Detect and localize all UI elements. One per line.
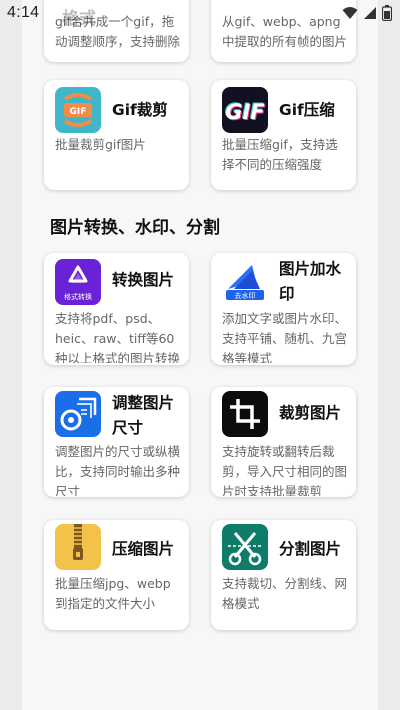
card-title: 压缩图片 xyxy=(112,540,175,558)
feature-card-gif-compress[interactable]: GIF GIF GIF Gif压缩 批量压缩gif，支持选择不同的压缩强度 xyxy=(211,80,356,190)
icon-caption: 格式转换 xyxy=(64,292,92,301)
feature-card-convert[interactable]: 格式转换 转换图片 支持将pdf、psd、heic、raw、tiff等60种以上… xyxy=(44,253,189,365)
card-description: 添加文字或图片水印、支持平铺、随机、九宫格等模式 xyxy=(222,311,348,363)
card-description: 支持旋转或翻转后裁剪，导入尺寸相同的图片时支持批量裁剪 xyxy=(222,444,348,496)
status-time: 4:14 xyxy=(7,4,40,21)
svg-text:GIF: GIF xyxy=(70,107,87,117)
card-title: 调整图片尺寸 xyxy=(112,394,175,437)
card-title: 裁剪图片 xyxy=(279,404,342,422)
gif-crop-icon: GIF xyxy=(55,87,101,133)
feature-card-gif-crop[interactable]: GIF Gif裁剪 批量裁剪gif图片 xyxy=(44,80,189,190)
svg-text:GIF: GIF xyxy=(225,100,265,124)
feature-card-split[interactable]: 分割图片 支持裁切、分割线、网格模式 xyxy=(211,520,356,630)
resize-icon xyxy=(55,391,101,437)
status-bar: 4:14 xyxy=(0,0,400,28)
card-title: 图片加水印 xyxy=(279,260,342,303)
wifi-icon xyxy=(342,7,358,19)
zip-icon xyxy=(55,524,101,570)
card-description: 支持将pdf、psd、heic、raw、tiff等60种以上格式的图片转换成jp… xyxy=(55,311,181,363)
signal-icon xyxy=(364,7,376,19)
format-convert-icon: 格式转换 xyxy=(55,259,101,305)
feature-card-watermark[interactable]: 去水印 图片加水印 添加文字或图片水印、支持平铺、随机、九宫格等模式 xyxy=(211,253,356,365)
gif-compress-icon: GIF GIF GIF xyxy=(222,87,268,133)
section-title: 图片转换、水印、分割 xyxy=(50,218,220,238)
feature-card-resize[interactable]: 调整图片尺寸 调整图片的尺寸或纵横比，支持同时输出多种尺寸 xyxy=(44,387,189,497)
card-description: 批量压缩jpg、webp到指定的文件大小 xyxy=(55,576,171,611)
crop-icon xyxy=(222,391,268,437)
card-description: 支持裁切、分割线、网格模式 xyxy=(222,576,348,611)
card-title: Gif裁剪 xyxy=(112,101,168,119)
card-title: 转换图片 xyxy=(112,271,175,289)
card-description: 批量压缩gif，支持选择不同的压缩强度 xyxy=(222,137,338,172)
watermark-icon: 去水印 xyxy=(222,259,268,305)
status-icons xyxy=(342,5,392,21)
feature-card-crop[interactable]: 裁剪图片 支持旋转或翻转后裁剪，导入尺寸相同的图片时支持批量裁剪 xyxy=(211,387,356,497)
card-description: 调整图片的尺寸或纵横比，支持同时输出多种尺寸 xyxy=(55,444,181,496)
card-title: 分割图片 xyxy=(279,540,342,558)
feature-card-compress[interactable]: 压缩图片 批量压缩jpg、webp到指定的文件大小 xyxy=(44,520,189,630)
card-description: 批量裁剪gif图片 xyxy=(55,137,146,152)
card-title: Gif压缩 xyxy=(279,101,335,119)
scissors-icon xyxy=(222,524,268,570)
battery-icon xyxy=(382,5,392,21)
icon-caption: 去水印 xyxy=(235,291,256,300)
